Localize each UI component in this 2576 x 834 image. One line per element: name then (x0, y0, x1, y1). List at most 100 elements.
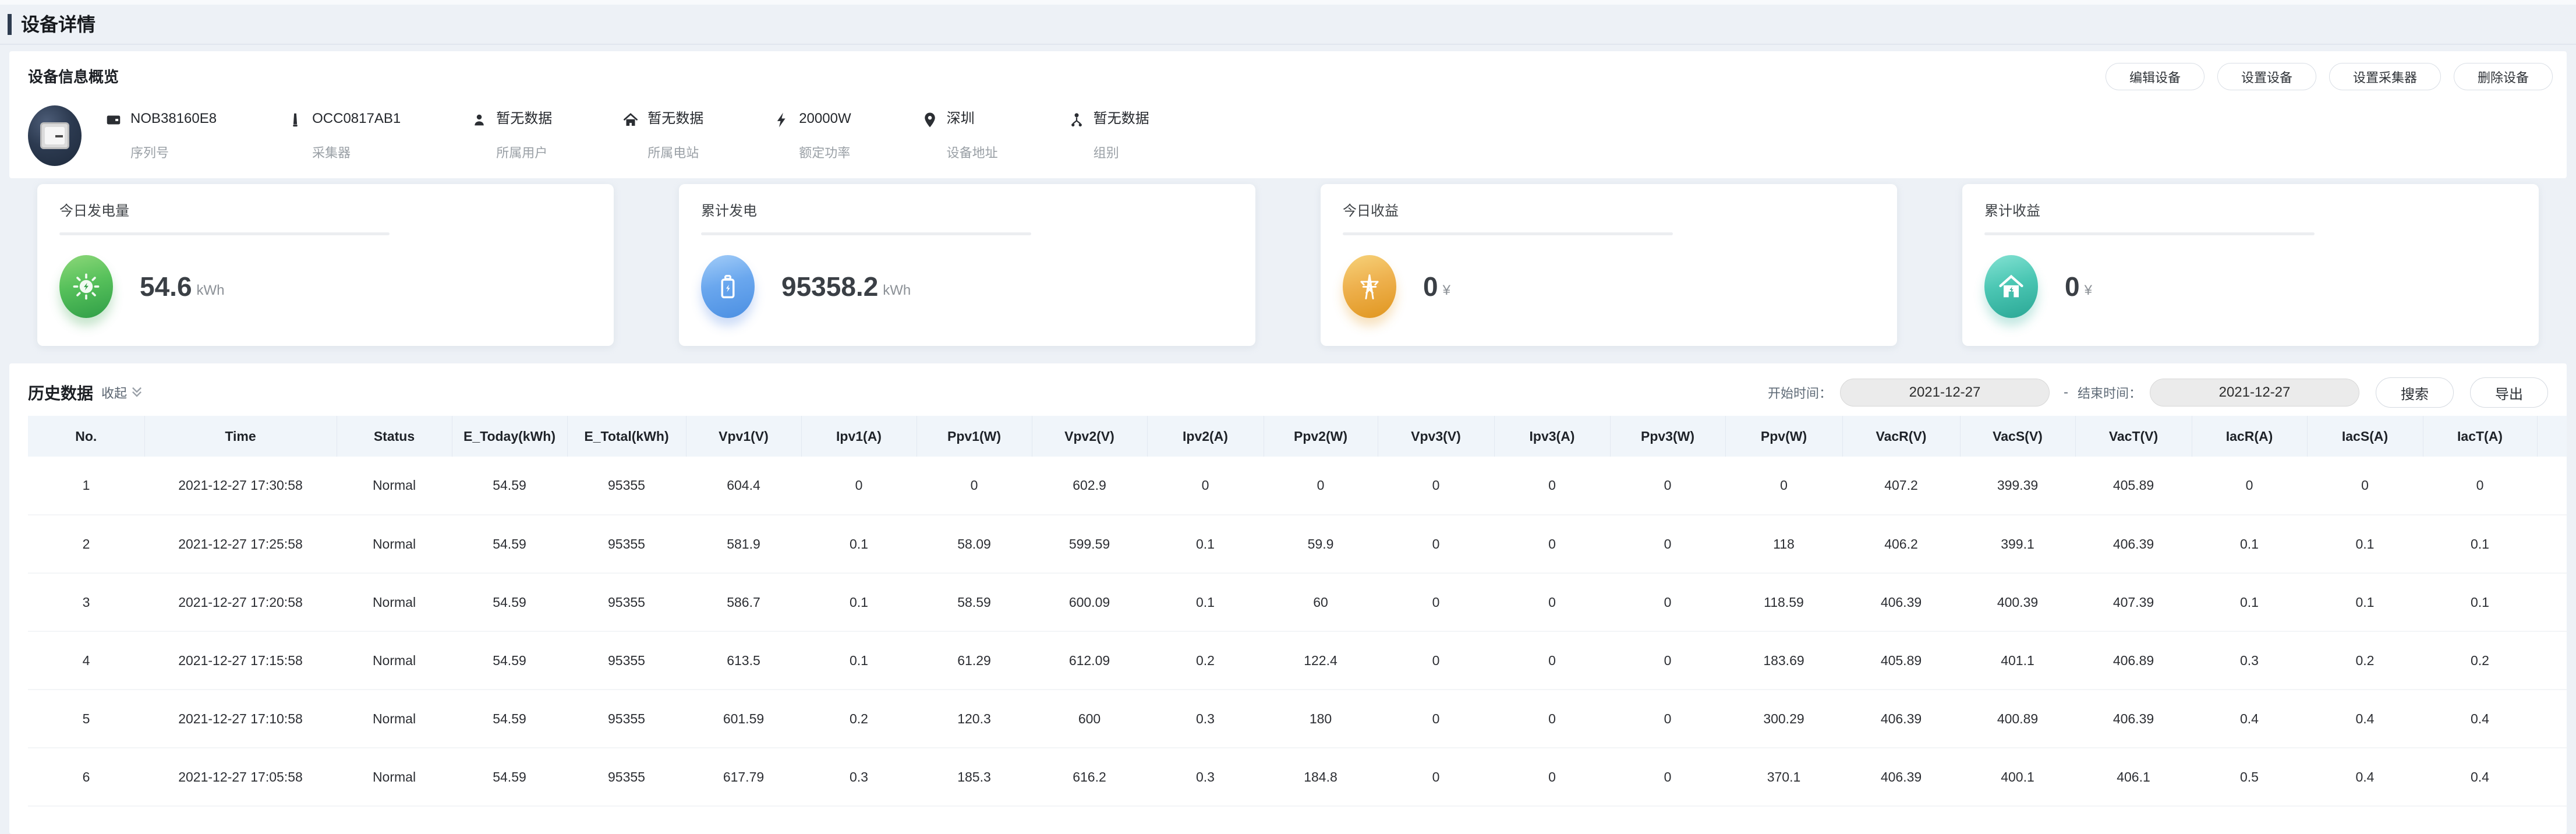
table-cell: 95355 (567, 690, 686, 748)
table-cell: 0.1 (1147, 573, 1264, 631)
table-cell: 399.39 (1960, 457, 2075, 515)
table-cell: 2 (28, 515, 144, 573)
serial-value: NOB38160E8 (130, 110, 217, 128)
table-cell: 95355 (567, 631, 686, 690)
table-cell: 1 (28, 457, 144, 515)
table-cell: 0.1 (1147, 515, 1264, 573)
table-cell: 370.1 (1725, 748, 1842, 806)
power-tower-icon (1343, 255, 1396, 318)
collapse-toggle[interactable]: 收起 (101, 383, 144, 402)
table-cell: 0 (2423, 457, 2537, 515)
table-cell: 61.29 (917, 631, 1032, 690)
table-cell: 0.3 (1147, 748, 1264, 806)
table-cell: 0 (1378, 515, 1494, 573)
column-header: Time (144, 416, 337, 457)
table-cell: 406.2 (1842, 515, 1960, 573)
table-cell: 2021-12-27 17:15:58 (144, 631, 337, 690)
stat-card-today-energy: 今日发电量 54.6 kWh (37, 184, 614, 346)
search-button[interactable]: 搜索 (2376, 377, 2454, 408)
device-actions: 编辑设备 设置设备 设置采集器 删除设备 (2106, 63, 2553, 90)
column-header: IacS(A) (2307, 416, 2423, 457)
sun-energy-icon (59, 255, 113, 318)
table-cell: 602.9 (1032, 457, 1147, 515)
table-cell: 0.1 (2423, 573, 2537, 631)
stat-unit: kWh (197, 282, 225, 299)
table-cell: 0 (1494, 690, 1610, 748)
info-item-plant: 暂无数据 所属电站 (622, 110, 703, 161)
table-cell: 407.2 (1842, 457, 1960, 515)
table-cell: 95355 (567, 573, 686, 631)
serial-label: 序列号 (130, 143, 217, 161)
column-header: Vpv2(V) (1032, 416, 1147, 457)
table-cell: 406.39 (2075, 690, 2192, 748)
export-button[interactable]: 导出 (2470, 377, 2548, 408)
info-item-address: 深圳 设备地址 (921, 110, 998, 161)
table-cell: 599.59 (1032, 515, 1147, 573)
table-cell: Normal (337, 573, 452, 631)
table-cell: 0 (1610, 457, 1725, 515)
table-cell: 0.1 (801, 573, 917, 631)
column-header: Status (337, 416, 452, 457)
table-cell: 0 (1494, 748, 1610, 806)
table-cell: 122.4 (1264, 631, 1378, 690)
table-cell: 0 (1610, 573, 1725, 631)
table-cell: 0.2 (1147, 631, 1264, 690)
date-range-separator: - (2064, 384, 2068, 401)
table-cell: 616.2 (1032, 748, 1147, 806)
table-cell: 0 (1378, 748, 1494, 806)
table-cell: 0 (1610, 631, 1725, 690)
configure-device-button[interactable]: 设置设备 (2217, 63, 2316, 90)
table-row: 12021-12-27 17:30:58Normal54.5995355604.… (28, 457, 2567, 515)
stat-title: 今日收益 (1343, 199, 1875, 220)
configure-collector-button[interactable]: 设置采集器 (2329, 63, 2441, 90)
table-cell: 406.39 (1842, 690, 1960, 748)
group-label: 组别 (1094, 143, 1149, 161)
lightning-icon (773, 111, 791, 129)
table-cell: 406.89 (2075, 631, 2192, 690)
stat-card-total-energy: 累计发电 95358.2 kWh (679, 184, 1255, 346)
table-cell: 0 (1147, 457, 1264, 515)
table-cell: 60 (1264, 573, 1378, 631)
column-header: E_Total(kWh) (567, 416, 686, 457)
table-cell: 58.59 (917, 573, 1032, 631)
column-header: VacT(V) (2075, 416, 2192, 457)
table-cell: 0 (801, 457, 917, 515)
column-header: Vpv1(V) (686, 416, 801, 457)
table-cell: 612.09 (1032, 631, 1147, 690)
table-cell: 0 (1378, 573, 1494, 631)
collapse-label: 收起 (101, 383, 127, 402)
table-cell: 0 (1610, 748, 1725, 806)
column-header: VacR(V) (1842, 416, 1960, 457)
table-cell: 0 (1264, 457, 1378, 515)
table-cell: 59.9 (1264, 515, 1378, 573)
stat-title: 今日发电量 (59, 199, 592, 220)
edit-device-button[interactable]: 编辑设备 (2106, 63, 2205, 90)
table-cell: 400.39 (1960, 573, 2075, 631)
history-toolbar: 历史数据 收起 开始时间： 2021-12-27 - 结束时间： 2021-12… (28, 377, 2567, 408)
stat-unit: ¥ (2085, 282, 2092, 299)
table-cell: 2021-12-27 17:05:58 (144, 748, 337, 806)
table-cell: 54.59 (452, 748, 567, 806)
table-cell: 0.2 (2423, 631, 2537, 690)
table-cell: 184.8 (1264, 748, 1378, 806)
group-icon (1068, 111, 1085, 129)
info-item-group: 暂无数据 组别 (1068, 110, 1149, 161)
delete-device-button[interactable]: 删除设备 (2454, 63, 2553, 90)
table-cell: 0.1 (801, 515, 917, 573)
column-header: Ipv2(A) (1147, 416, 1264, 457)
table-body: 12021-12-27 17:30:58Normal54.5995355604.… (28, 457, 2567, 806)
table-row: 62021-12-27 17:05:58Normal54.5995355617.… (28, 748, 2567, 806)
table-header-row: No.TimeStatusE_Today(kWh)E_Total(kWh)Vpv… (28, 416, 2567, 457)
table-cell: 5 (28, 690, 144, 748)
table-cell: 0.3 (801, 748, 917, 806)
start-date-input[interactable]: 2021-12-27 (1840, 379, 2050, 407)
info-item-collector: OCC0817AB1 采集器 (286, 110, 401, 161)
table-cell: 58.09 (917, 515, 1032, 573)
stat-title: 累计发电 (701, 199, 1233, 220)
stat-unit: ¥ (1443, 282, 1450, 299)
end-date-input[interactable]: 2021-12-27 (2150, 379, 2359, 407)
table-row: 32021-12-27 17:20:58Normal54.5995355586.… (28, 573, 2567, 631)
plant-value: 暂无数据 (647, 110, 703, 128)
stat-card-today-revenue: 今日收益 0 ¥ (1321, 184, 1897, 346)
user-icon (470, 111, 488, 129)
